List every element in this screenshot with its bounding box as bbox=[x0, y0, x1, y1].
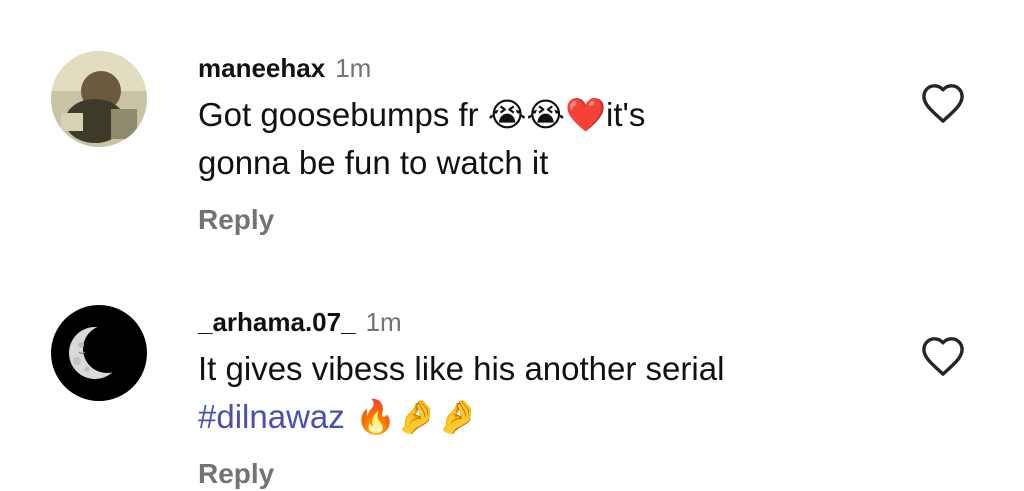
heart-outline-icon[interactable] bbox=[920, 335, 966, 377]
comment-text-line: gonna be fun to watch it bbox=[198, 144, 549, 181]
hashtag-link[interactable]: #dilnawaz bbox=[198, 398, 345, 435]
comment-timestamp: 1m bbox=[365, 307, 402, 337]
comment-text-line: Got goosebumps fr bbox=[198, 96, 488, 133]
comment-meta: maneehax 1m bbox=[198, 51, 878, 85]
comment-text: Got goosebumps fr 😭😭❤️it's gonna be fun … bbox=[198, 91, 878, 187]
avatar[interactable] bbox=[51, 305, 147, 401]
emoji-group: 🔥🤌🤌 bbox=[344, 397, 479, 436]
avatar-photo bbox=[51, 51, 147, 147]
comment-username[interactable]: maneehax bbox=[198, 53, 325, 83]
heart-outline-icon[interactable] bbox=[920, 82, 966, 124]
reply-button[interactable]: Reply bbox=[198, 203, 878, 237]
comment-timestamp: 1m bbox=[335, 53, 372, 83]
comment-text-line: it's bbox=[606, 96, 646, 133]
avatar[interactable] bbox=[51, 51, 147, 147]
comment-text: It gives vibess like his another serial … bbox=[198, 345, 878, 441]
reply-button[interactable]: Reply bbox=[198, 457, 878, 491]
comment-meta: _arhama.07_ 1m bbox=[198, 305, 878, 339]
comment-body: maneehax 1m Got goosebumps fr 😭😭❤️it's go… bbox=[198, 51, 878, 237]
comment-body: _arhama.07_ 1m It gives vibess like his a… bbox=[198, 305, 878, 491]
avatar-moon-image bbox=[51, 305, 147, 401]
comment-text-line: It gives vibess like his another serial bbox=[198, 350, 725, 387]
emoji-group: 😭😭❤️ bbox=[487, 95, 607, 134]
comment-username[interactable]: _arhama.07_ bbox=[198, 307, 356, 337]
